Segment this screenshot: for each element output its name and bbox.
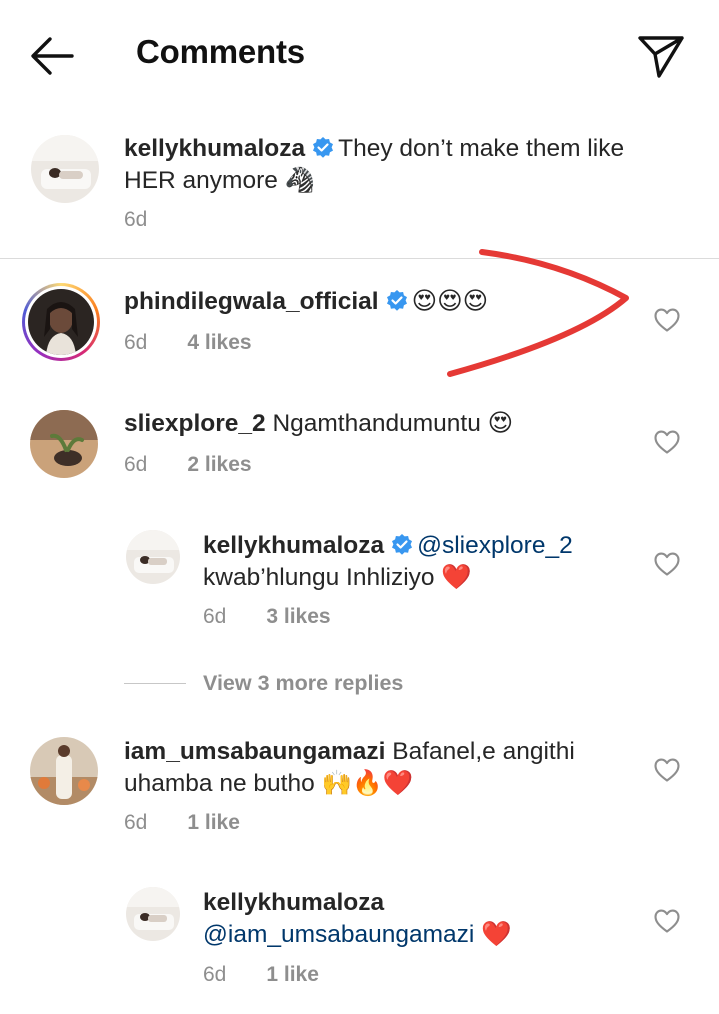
comment-text: sliexplore_2 Ngamthandumuntu 😍 xyxy=(124,407,624,439)
reply-meta: 6d 1 like xyxy=(203,963,359,987)
like-button[interactable] xyxy=(653,429,681,455)
avatar[interactable] xyxy=(126,887,180,941)
timestamp: 6d xyxy=(203,605,227,628)
verified-badge-icon xyxy=(392,534,413,555)
avatar-photo xyxy=(31,135,99,203)
comment-meta: 6d 2 likes xyxy=(124,453,292,477)
comment-username[interactable]: phindilegwala_official xyxy=(124,288,379,315)
avatar[interactable] xyxy=(30,410,98,478)
reply-meta: 6d 3 likes xyxy=(203,605,371,629)
avatar[interactable] xyxy=(126,530,180,584)
likes-count[interactable]: 1 like xyxy=(187,811,240,834)
back-button[interactable] xyxy=(22,30,80,82)
story-ring-avatar[interactable] xyxy=(22,283,100,361)
heart-outline-icon xyxy=(654,308,680,332)
mention-link[interactable]: @sliexplore_2 xyxy=(417,532,573,559)
view-more-replies-button[interactable]: View 3 more replies xyxy=(203,671,403,696)
avatar-photo xyxy=(28,289,94,355)
reply-text: kellykhumaloza @iam_umsabaungamazi ❤️ xyxy=(203,887,633,950)
likes-count[interactable]: 2 likes xyxy=(187,453,251,476)
red-arrow-annotation xyxy=(447,249,629,377)
verified-badge-icon xyxy=(386,290,407,311)
likes-count[interactable]: 3 likes xyxy=(266,605,330,628)
reply-username[interactable]: kellykhumaloza xyxy=(203,532,384,559)
paper-plane-icon xyxy=(638,36,684,78)
heart-eyes-emoji: 😍 xyxy=(487,408,514,437)
caption-text: kellykhumaloza They don’t make them like … xyxy=(124,133,664,196)
reply-text: kellykhumaloza @sliexplore_2 kwab’hlungu … xyxy=(203,530,633,593)
heart-outline-icon xyxy=(654,909,680,933)
avatar[interactable] xyxy=(31,135,99,203)
red-heart-emoji: ❤️ xyxy=(481,919,512,948)
reply-username[interactable]: kellykhumaloza xyxy=(203,889,384,916)
like-button[interactable] xyxy=(653,757,681,783)
comment-username[interactable]: iam_umsabaungamazi xyxy=(124,738,385,765)
avatar xyxy=(28,289,94,355)
like-button[interactable] xyxy=(653,908,681,934)
comment-body: Ngamthandumuntu xyxy=(272,410,481,437)
raised-hands-fire-heart-emoji: 🙌🔥❤️ xyxy=(321,768,414,797)
heart-outline-icon xyxy=(654,430,680,454)
timestamp: 6d xyxy=(124,208,148,231)
comment-username[interactable]: sliexplore_2 xyxy=(124,410,266,437)
avatar-photo xyxy=(126,530,180,584)
verified-badge-icon xyxy=(313,137,334,158)
avatar-photo xyxy=(126,887,180,941)
page-title: Comments xyxy=(136,33,305,70)
arrow-left-icon xyxy=(31,37,74,75)
red-heart-emoji: ❤️ xyxy=(441,562,472,591)
replies-divider-line xyxy=(124,683,186,684)
likes-count[interactable]: 1 like xyxy=(266,963,319,986)
zebra-emoji: 🦓 xyxy=(284,165,316,194)
timestamp: 6d xyxy=(203,963,227,986)
timestamp: 6d xyxy=(124,811,148,834)
comment-meta: 6d 4 likes xyxy=(124,331,292,355)
like-button[interactable] xyxy=(653,551,681,577)
caption-username[interactable]: kellykhumaloza xyxy=(124,135,305,162)
heart-outline-icon xyxy=(654,758,680,782)
mention-link[interactable]: @iam_umsabaungamazi xyxy=(203,921,474,948)
share-button[interactable] xyxy=(632,26,690,82)
caption-meta: 6d xyxy=(124,208,187,232)
comment-text: iam_umsabaungamazi Bafanel,e angithi uha… xyxy=(124,736,624,799)
avatar-photo xyxy=(30,737,98,805)
heart-outline-icon xyxy=(654,552,680,576)
avatar-photo xyxy=(30,410,98,478)
timestamp: 6d xyxy=(124,453,148,476)
avatar[interactable] xyxy=(30,737,98,805)
likes-count[interactable]: 4 likes xyxy=(187,331,251,354)
comment-meta: 6d 1 like xyxy=(124,811,280,835)
reply-body: kwab’hlungu Inhliziyo xyxy=(203,564,435,591)
timestamp: 6d xyxy=(124,331,148,354)
like-button[interactable] xyxy=(653,307,681,333)
